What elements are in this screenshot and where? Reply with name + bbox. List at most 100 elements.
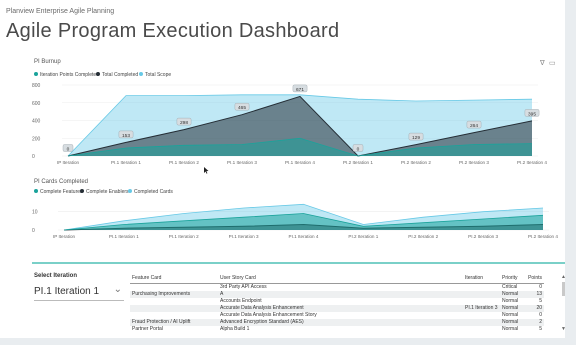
window-gutter: [565, 0, 576, 345]
table-cell: Normal: [500, 291, 526, 298]
table-cell: Normal: [500, 319, 526, 326]
table-row[interactable]: Accurate Data Analysis Enhancement Story…: [130, 312, 544, 319]
table-cell: [130, 312, 218, 319]
x-tick-label: PI.1 Iteration 3: [227, 160, 257, 165]
x-tick-label: IP Iteration: [57, 160, 80, 165]
table-row[interactable]: Fraud Protection / AI Uplift Advanced En…: [130, 319, 544, 326]
section-divider: [32, 262, 565, 264]
x-tick-label: PI.2 Iteration 2: [408, 234, 438, 239]
y-tick-label: 400: [32, 119, 41, 125]
x-tick-label: PI.2 Iteration 1: [348, 234, 378, 239]
table-cell: 3rd Party API Access: [220, 284, 267, 290]
y-tick-label: 0: [32, 228, 35, 234]
chart-title: PI Burnup: [34, 59, 61, 65]
legend-label: Completed Cards: [134, 189, 173, 195]
y-tick-label: 10: [32, 210, 38, 216]
legend-label: Total Scope: [145, 72, 171, 78]
table-cell: 0: [539, 312, 542, 318]
x-tick-label: PI.2 Iteration 2: [401, 160, 431, 165]
legend-label: Complete Enablers: [86, 189, 129, 195]
table-cell: [463, 284, 500, 292]
table-cell: Normal: [500, 305, 526, 312]
column-header[interactable]: User Story Card: [218, 272, 463, 284]
legend-swatch: [128, 189, 132, 193]
y-tick-label: 200: [32, 136, 41, 142]
x-tick-label: PI.1 Iteration 4: [285, 160, 315, 165]
table-row[interactable]: Purchasing Improvements A Normal 13: [130, 291, 544, 298]
column-header[interactable]: Priority: [500, 272, 526, 284]
mouse-cursor-icon: [204, 167, 209, 174]
y-tick-label: 600: [32, 101, 41, 107]
legend-swatch: [96, 72, 100, 76]
x-tick-label: PI.1 Iteration 1: [111, 160, 141, 165]
iteration-slicer[interactable]: PI.1 Iteration 1 ⌄: [34, 284, 124, 301]
dashboard-frame: Planview Enterprise Agile Planning Agile…: [0, 0, 566, 345]
table-cell: [463, 291, 500, 298]
table-cell: PI.1 Iteration 3: [463, 305, 500, 312]
legend-label: Complete Features: [40, 189, 83, 195]
table-cell: [463, 298, 500, 305]
app-subtitle: Planview Enterprise Agile Planning: [6, 8, 115, 15]
x-tick-label: PI.1 Iteration 1: [109, 234, 139, 239]
table-cell: Advanced Encryption Standard (AES): [218, 319, 463, 326]
column-header[interactable]: Feature Card: [130, 272, 218, 284]
x-tick-label: PI.2 Iteration 1: [343, 160, 373, 165]
legend-label: Total Completed: [102, 72, 138, 78]
user-story-table: Feature Card User Story Card Iteration P…: [130, 272, 544, 337]
slicer-value: PI.1 Iteration 1: [34, 286, 100, 297]
table-row[interactable]: 3rd Party API Access Critical 0: [130, 284, 544, 292]
chevron-down-icon[interactable]: ⌄: [114, 284, 122, 295]
table-cell: Normal: [502, 326, 519, 332]
table-cell: Accurate Data Analysis Enhancement Story: [220, 312, 317, 318]
table-cell: 13: [526, 291, 544, 298]
column-header[interactable]: Iteration: [463, 272, 500, 284]
table-cell: [130, 305, 218, 312]
legend-swatch: [80, 189, 84, 193]
legend-swatch: [139, 72, 143, 76]
y-tick-label: 0: [32, 154, 35, 160]
table-cell: Accurate Data Analysis Enhancement: [218, 305, 463, 312]
table-cell: Alpha Build 1: [220, 326, 250, 332]
table-cell: [130, 284, 218, 292]
pi-cards-completed-chart: PI Cards Completed Complete Features Com…: [32, 179, 558, 239]
x-tick-label: IP Iteration: [53, 234, 76, 239]
data-label: 395: [528, 111, 536, 117]
slicer-label: Select Iteration: [34, 273, 78, 279]
x-tick-label: PI.1 Iteration 3: [229, 234, 259, 239]
table-cell: 0: [539, 284, 542, 290]
data-label: 465: [238, 105, 246, 111]
chart-legend: Iteration Points Completed Total Complet…: [34, 72, 171, 78]
legend-swatch: [34, 189, 38, 193]
x-tick-label: PI.2 Iteration 4: [517, 160, 547, 165]
table-row[interactable]: Accounts Endpoint Normal 5: [130, 298, 544, 305]
table-row[interactable]: Accurate Data Analysis Enhancement PI.1 …: [130, 305, 544, 312]
data-label: 0: [357, 147, 360, 153]
data-label: 0: [67, 147, 70, 153]
table-cell: [463, 326, 500, 333]
data-label: 298: [180, 120, 188, 126]
table-cell: [463, 319, 500, 326]
table-cell: Critical: [502, 284, 518, 290]
table-cell: Partner Portal: [132, 326, 163, 332]
data-label: 671: [296, 87, 304, 93]
table-cell: A: [218, 291, 463, 298]
x-tick-label: PI.2 Iteration 3: [468, 234, 498, 239]
table-cell: 5: [539, 326, 542, 332]
table-cell: 5: [539, 298, 542, 304]
x-tick-label: PI.2 Iteration 4: [528, 234, 558, 239]
table-cell: Purchasing Improvements: [130, 291, 218, 298]
legend-swatch: [34, 72, 38, 76]
table-cell: Normal: [502, 312, 519, 318]
data-label: 264: [470, 123, 478, 129]
table-header: Feature Card User Story Card Iteration P…: [130, 272, 544, 284]
data-label: 129: [412, 135, 420, 141]
table-cell: [130, 298, 218, 305]
table-cell: Normal: [502, 298, 519, 304]
column-header[interactable]: Points: [526, 272, 544, 284]
table-cell: 2: [526, 319, 544, 326]
table-row[interactable]: Partner Portal Alpha Build 1 Normal 5: [130, 326, 544, 333]
x-tick-label: PI.2 Iteration 3: [459, 160, 489, 165]
chart-legend: Complete Features Complete Enablers Comp…: [34, 189, 173, 195]
data-label: 153: [122, 133, 130, 139]
bottom-bar: [0, 338, 565, 345]
